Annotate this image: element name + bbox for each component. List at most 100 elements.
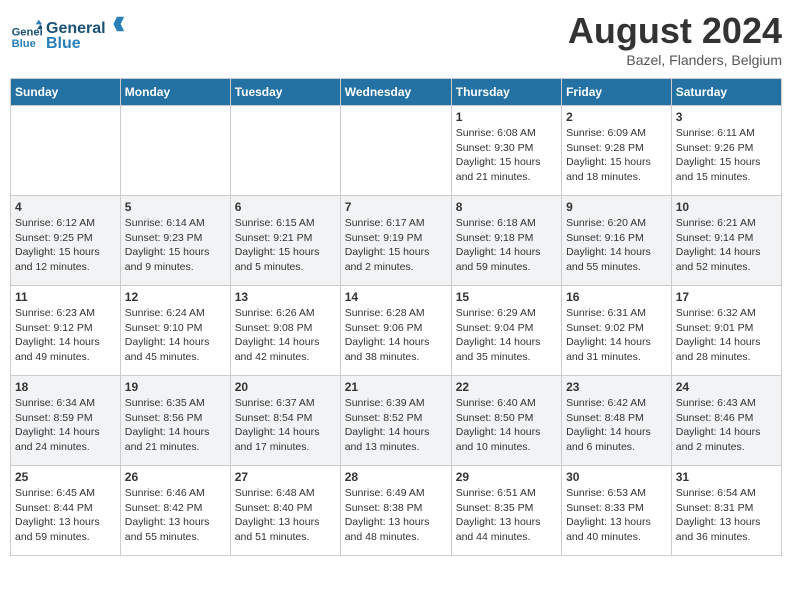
day-detail: Sunrise: 6:40 AM Sunset: 8:50 PM Dayligh… <box>456 396 557 455</box>
day-cell: 18Sunrise: 6:34 AM Sunset: 8:59 PM Dayli… <box>11 376 121 466</box>
day-number: 11 <box>15 290 116 304</box>
day-detail: Sunrise: 6:49 AM Sunset: 8:38 PM Dayligh… <box>345 486 447 545</box>
day-cell <box>120 106 230 196</box>
day-cell: 9 Sunrise: 6:20 AM Sunset: 9:16 PM Daylig… <box>562 196 672 286</box>
day-number: 16 <box>566 290 667 304</box>
day-detail: Sunrise: 6:29 AM Sunset: 9:04 PM Dayligh… <box>456 306 557 365</box>
day-number: 8 <box>456 200 557 214</box>
svg-text:Blue: Blue <box>12 38 36 50</box>
day-cell: 23Sunrise: 6:42 AM Sunset: 8:48 PM Dayli… <box>562 376 672 466</box>
day-detail: Sunrise: 6:23 AM Sunset: 9:12 PM Dayligh… <box>15 306 116 365</box>
week-row-1: 4Sunrise: 6:12 AM Sunset: 9:25 PM Daylig… <box>11 196 782 286</box>
day-detail: Sunrise: 6:42 AM Sunset: 8:48 PM Dayligh… <box>566 396 667 455</box>
day-detail: Sunrise: 6:43 AM Sunset: 8:46 PM Dayligh… <box>676 396 777 455</box>
day-detail: Sunrise: 6:20 AM Sunset: 9:16 PM Dayligh… <box>566 216 667 275</box>
day-cell: 26Sunrise: 6:46 AM Sunset: 8:42 PM Dayli… <box>120 466 230 556</box>
day-cell: 5Sunrise: 6:14 AM Sunset: 9:23 PM Daylig… <box>120 196 230 286</box>
day-detail: Sunrise: 6:09 AM Sunset: 9:28 PM Dayligh… <box>566 126 667 185</box>
day-number: 13 <box>235 290 336 304</box>
calendar-header-row: SundayMondayTuesdayWednesdayThursdayFrid… <box>11 79 782 106</box>
day-cell: 12 Sunrise: 6:24 AM Sunset: 9:10 PM Dayli… <box>120 286 230 376</box>
day-cell: 4Sunrise: 6:12 AM Sunset: 9:25 PM Daylig… <box>11 196 121 286</box>
logo-icon: General Blue <box>10 18 42 50</box>
day-cell: 29 Sunrise: 6:51 AM Sunset: 8:35 PM Dayli… <box>451 466 561 556</box>
header-thursday: Thursday <box>451 79 561 106</box>
day-detail: Sunrise: 6:15 AM Sunset: 9:21 PM Dayligh… <box>235 216 336 275</box>
day-number: 3 <box>676 110 777 124</box>
day-cell: 25 Sunrise: 6:45 AM Sunset: 8:44 PM Dayli… <box>11 466 121 556</box>
day-detail: Sunrise: 6:11 AM Sunset: 9:26 PM Dayligh… <box>676 126 777 185</box>
day-cell: 30Sunrise: 6:53 AM Sunset: 8:33 PM Dayli… <box>562 466 672 556</box>
svg-text:General: General <box>12 27 42 39</box>
day-cell <box>340 106 451 196</box>
day-detail: Sunrise: 6:17 AM Sunset: 9:19 PM Dayligh… <box>345 216 447 275</box>
day-detail: Sunrise: 6:53 AM Sunset: 8:33 PM Dayligh… <box>566 486 667 545</box>
week-row-4: 25 Sunrise: 6:45 AM Sunset: 8:44 PM Dayli… <box>11 466 782 556</box>
header-tuesday: Tuesday <box>230 79 340 106</box>
day-detail: Sunrise: 6:18 AM Sunset: 9:18 PM Dayligh… <box>456 216 557 275</box>
day-cell <box>230 106 340 196</box>
day-cell: 15 Sunrise: 6:29 AM Sunset: 9:04 PM Dayli… <box>451 286 561 376</box>
day-detail: Sunrise: 6:54 AM Sunset: 8:31 PM Dayligh… <box>676 486 777 545</box>
day-number: 2 <box>566 110 667 124</box>
day-cell: 1 Sunrise: 6:08 AM Sunset: 9:30 PM Daylig… <box>451 106 561 196</box>
day-detail: Sunrise: 6:12 AM Sunset: 9:25 PM Dayligh… <box>15 216 116 275</box>
day-number: 21 <box>345 380 447 394</box>
header-saturday: Saturday <box>671 79 781 106</box>
day-number: 14 <box>345 290 447 304</box>
page-header: General Blue General Blue August 2024 Ba… <box>10 10 782 68</box>
month-title: August 2024 <box>568 10 782 52</box>
day-detail: Sunrise: 6:14 AM Sunset: 9:23 PM Dayligh… <box>125 216 226 275</box>
day-number: 15 <box>456 290 557 304</box>
day-cell: 19 Sunrise: 6:35 AM Sunset: 8:56 PM Dayli… <box>120 376 230 466</box>
day-detail: Sunrise: 6:21 AM Sunset: 9:14 PM Dayligh… <box>676 216 777 275</box>
day-number: 31 <box>676 470 777 484</box>
day-number: 6 <box>235 200 336 214</box>
day-detail: Sunrise: 6:08 AM Sunset: 9:30 PM Dayligh… <box>456 126 557 185</box>
day-cell: 17 Sunrise: 6:32 AM Sunset: 9:01 PM Dayli… <box>671 286 781 376</box>
day-number: 22 <box>456 380 557 394</box>
day-detail: Sunrise: 6:26 AM Sunset: 9:08 PM Dayligh… <box>235 306 336 365</box>
day-number: 27 <box>235 470 336 484</box>
day-cell: 21 Sunrise: 6:39 AM Sunset: 8:52 PM Dayli… <box>340 376 451 466</box>
day-detail: Sunrise: 6:46 AM Sunset: 8:42 PM Dayligh… <box>125 486 226 545</box>
day-cell <box>11 106 121 196</box>
day-number: 19 <box>125 380 226 394</box>
location: Bazel, Flanders, Belgium <box>568 52 782 68</box>
day-cell: 7 Sunrise: 6:17 AM Sunset: 9:19 PM Daylig… <box>340 196 451 286</box>
day-cell: 22 Sunrise: 6:40 AM Sunset: 8:50 PM Dayli… <box>451 376 561 466</box>
day-cell: 14Sunrise: 6:28 AM Sunset: 9:06 PM Dayli… <box>340 286 451 376</box>
day-cell: 13 Sunrise: 6:26 AM Sunset: 9:08 PM Dayli… <box>230 286 340 376</box>
day-detail: Sunrise: 6:31 AM Sunset: 9:02 PM Dayligh… <box>566 306 667 365</box>
header-friday: Friday <box>562 79 672 106</box>
day-cell: 31 Sunrise: 6:54 AM Sunset: 8:31 PM Dayli… <box>671 466 781 556</box>
day-number: 7 <box>345 200 447 214</box>
day-detail: Sunrise: 6:37 AM Sunset: 8:54 PM Dayligh… <box>235 396 336 455</box>
day-number: 1 <box>456 110 557 124</box>
day-number: 12 <box>125 290 226 304</box>
day-detail: Sunrise: 6:39 AM Sunset: 8:52 PM Dayligh… <box>345 396 447 455</box>
day-cell: 2 Sunrise: 6:09 AM Sunset: 9:28 PM Daylig… <box>562 106 672 196</box>
day-detail: Sunrise: 6:35 AM Sunset: 8:56 PM Dayligh… <box>125 396 226 455</box>
day-number: 17 <box>676 290 777 304</box>
day-cell: 10 Sunrise: 6:21 AM Sunset: 9:14 PM Dayli… <box>671 196 781 286</box>
logo: General Blue General Blue <box>10 15 126 53</box>
day-cell: 28 Sunrise: 6:49 AM Sunset: 8:38 PM Dayli… <box>340 466 451 556</box>
header-monday: Monday <box>120 79 230 106</box>
header-wednesday: Wednesday <box>340 79 451 106</box>
logo-flag-icon <box>108 15 126 33</box>
day-detail: Sunrise: 6:34 AM Sunset: 8:59 PM Dayligh… <box>15 396 116 455</box>
day-detail: Sunrise: 6:51 AM Sunset: 8:35 PM Dayligh… <box>456 486 557 545</box>
day-number: 25 <box>15 470 116 484</box>
day-number: 10 <box>676 200 777 214</box>
day-detail: Sunrise: 6:32 AM Sunset: 9:01 PM Dayligh… <box>676 306 777 365</box>
day-number: 9 <box>566 200 667 214</box>
week-row-0: 1 Sunrise: 6:08 AM Sunset: 9:30 PM Daylig… <box>11 106 782 196</box>
day-cell: 6 Sunrise: 6:15 AM Sunset: 9:21 PM Daylig… <box>230 196 340 286</box>
day-number: 24 <box>676 380 777 394</box>
day-number: 29 <box>456 470 557 484</box>
day-detail: Sunrise: 6:24 AM Sunset: 9:10 PM Dayligh… <box>125 306 226 365</box>
day-number: 28 <box>345 470 447 484</box>
day-detail: Sunrise: 6:45 AM Sunset: 8:44 PM Dayligh… <box>15 486 116 545</box>
week-row-2: 11 Sunrise: 6:23 AM Sunset: 9:12 PM Dayli… <box>11 286 782 376</box>
